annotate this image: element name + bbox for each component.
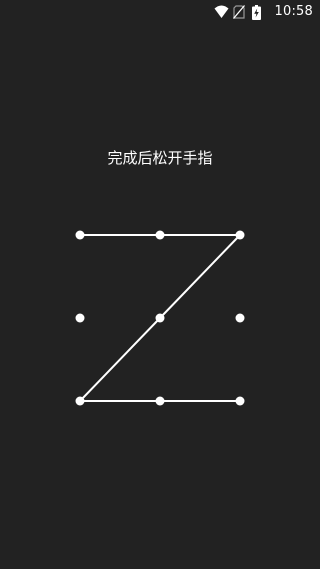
pattern-dot-1[interactable] [75,230,85,240]
pattern-canvas[interactable] [40,195,280,445]
pattern-dot-4[interactable] [75,313,85,323]
pattern-grid[interactable] [40,195,280,445]
pattern-dot-6[interactable] [235,313,245,323]
pattern-dot-8[interactable] [155,396,165,406]
pattern-lock-screen: 10:58 完成后松开手指 [0,0,320,569]
status-icons: 10:58 [214,3,313,21]
pattern-dot-3[interactable] [235,230,245,240]
battery-charging-icon [251,5,266,20]
pattern-dot-9[interactable] [235,396,245,406]
pattern-segment [159,234,241,319]
pattern-instruction: 完成后松开手指 [107,149,213,167]
status-bar: 10:58 [0,0,320,24]
pattern-segment [79,317,161,402]
pattern-dot-2[interactable] [155,230,165,240]
no-sim-icon [232,5,247,19]
pattern-dot-5[interactable] [155,313,165,323]
pattern-dot-7[interactable] [75,396,85,406]
wifi-icon [214,5,229,19]
status-time: 10:58 [274,4,313,19]
